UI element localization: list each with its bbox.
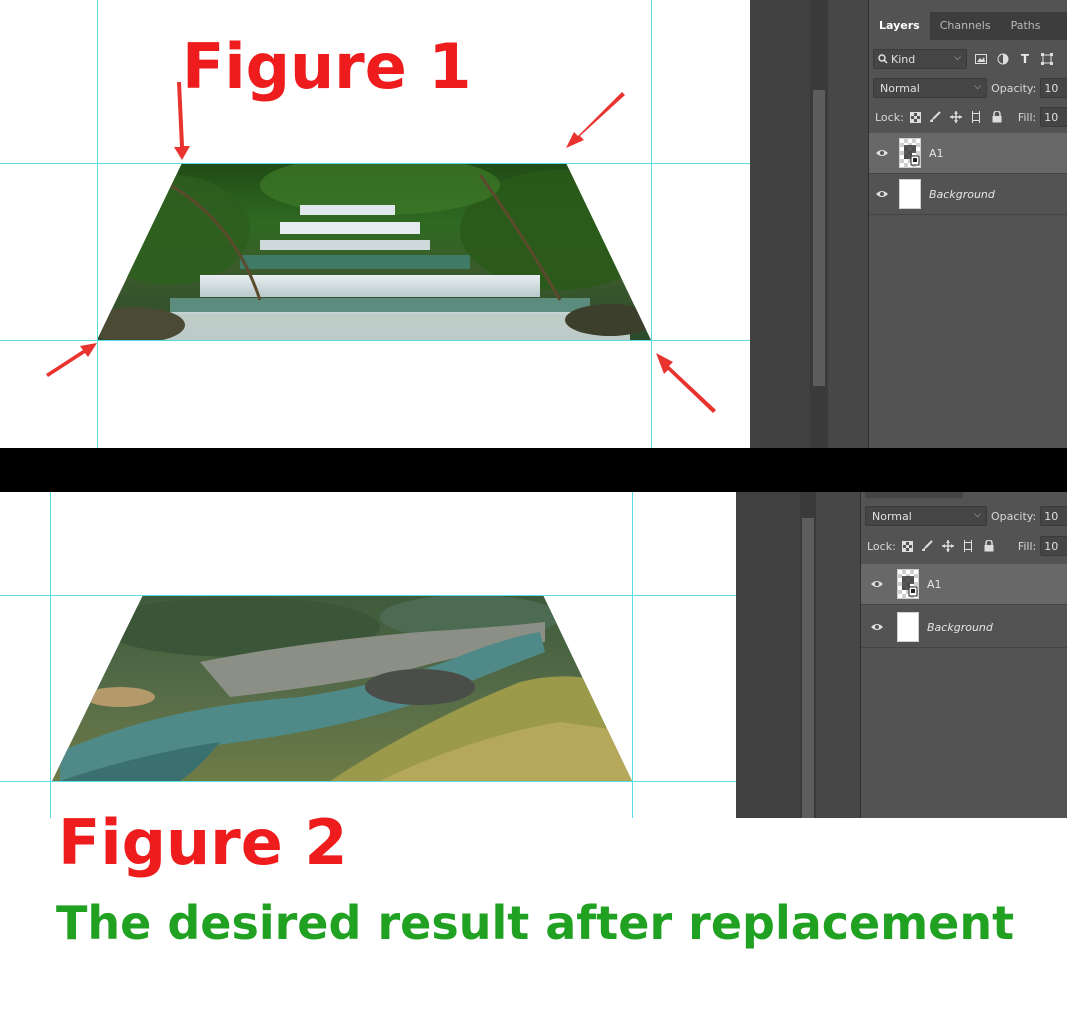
fill-input[interactable]: 10 bbox=[1040, 536, 1067, 556]
river-image bbox=[52, 595, 632, 781]
panel-top-strip bbox=[865, 492, 963, 498]
scrollbar-thumb[interactable] bbox=[802, 518, 814, 818]
lock-artboard-icon[interactable] bbox=[961, 538, 975, 554]
kind-label: Kind bbox=[891, 52, 916, 66]
figure1-canvas: Figure 1 bbox=[0, 0, 750, 448]
chevron-down-icon: ⌵ bbox=[974, 510, 981, 520]
filter-shape-icon[interactable] bbox=[1039, 51, 1055, 67]
blend-mode-value: Normal bbox=[880, 81, 920, 95]
lock-label: Lock: bbox=[875, 110, 904, 124]
layer-name: A1 bbox=[927, 577, 942, 591]
figure2-canvas bbox=[0, 492, 736, 818]
layer-row-a1[interactable]: A1 bbox=[861, 564, 1067, 605]
layer-thumbnail bbox=[897, 612, 919, 642]
search-icon bbox=[878, 54, 888, 64]
lock-transparent-icon[interactable] bbox=[900, 538, 914, 554]
figure1-title: Figure 1 bbox=[182, 30, 472, 103]
lock-row: Lock: Fill: 10 bbox=[861, 535, 1067, 557]
layer-row-a1[interactable]: A1 bbox=[869, 133, 1067, 174]
fill-input[interactable]: 10 bbox=[1040, 107, 1067, 127]
opacity-value: 10 bbox=[1044, 509, 1059, 523]
tab-channels[interactable]: Channels bbox=[930, 12, 1001, 40]
panel-divider bbox=[816, 492, 860, 818]
fill-label: Fill: bbox=[1017, 539, 1037, 553]
eye-icon[interactable] bbox=[869, 190, 895, 198]
kind-filter-select[interactable]: Kind ⌵ bbox=[873, 49, 967, 69]
lock-move-icon[interactable] bbox=[941, 538, 955, 554]
tab-paths[interactable]: Paths bbox=[1001, 12, 1051, 40]
lock-row: Lock: Fill: 10 bbox=[869, 106, 1067, 128]
scrollbar-thumb[interactable] bbox=[813, 90, 825, 386]
fill-label: Fill: bbox=[1017, 110, 1037, 124]
layers-panel-2: Normal ⌵ Opacity: 10 Lock: Fill: 10 A1 B… bbox=[860, 492, 1067, 818]
filter-pixel-icon[interactable] bbox=[973, 51, 989, 67]
fill-value: 10 bbox=[1044, 539, 1059, 553]
chevron-down-icon: ⌵ bbox=[954, 53, 961, 63]
figure-separator bbox=[0, 448, 1067, 492]
panel-divider bbox=[828, 0, 868, 448]
layer-name: Background bbox=[929, 187, 995, 201]
opacity-value: 10 bbox=[1044, 81, 1059, 95]
tab-layers[interactable]: Layers bbox=[869, 12, 930, 40]
blend-mode-value: Normal bbox=[872, 509, 912, 523]
lock-artboard-icon[interactable] bbox=[969, 109, 983, 125]
layer-thumbnail bbox=[899, 179, 921, 209]
figure1-workspace bbox=[750, 0, 810, 448]
opacity-input[interactable]: 10 bbox=[1040, 506, 1067, 526]
eye-icon[interactable] bbox=[861, 623, 893, 631]
blend-mode-select[interactable]: Normal ⌵ bbox=[873, 78, 988, 98]
figure1-scrollbar[interactable] bbox=[810, 0, 828, 448]
figure2-artwork bbox=[0, 492, 736, 818]
blend-mode-select[interactable]: Normal ⌵ bbox=[865, 506, 987, 526]
figure2-workspace bbox=[736, 492, 800, 818]
blend-row: Normal ⌵ Opacity: 10 bbox=[861, 505, 1067, 527]
layer-thumbnail bbox=[899, 138, 921, 168]
eye-icon[interactable] bbox=[869, 149, 895, 157]
lock-all-icon[interactable] bbox=[989, 109, 1003, 125]
layers-panel-1: Layers Channels Paths Kind ⌵ T Normal ⌵ … bbox=[868, 0, 1067, 448]
figure2-scrollbar[interactable] bbox=[800, 492, 816, 818]
layer-name: Background bbox=[927, 620, 993, 634]
arrow-top-right bbox=[566, 92, 625, 148]
fill-value: 10 bbox=[1044, 110, 1059, 124]
filter-row: Kind ⌵ T bbox=[869, 48, 1067, 70]
arrow-bottom-right bbox=[656, 353, 716, 413]
filter-adjustment-icon[interactable] bbox=[995, 51, 1011, 67]
opacity-label: Opacity: bbox=[990, 509, 1037, 523]
arrow-bottom-left bbox=[46, 343, 97, 377]
layer-thumbnail bbox=[897, 569, 919, 599]
lock-all-icon[interactable] bbox=[981, 538, 995, 554]
waterfall-image bbox=[97, 163, 651, 340]
panel-tabs: Layers Channels Paths bbox=[869, 12, 1067, 40]
layer-name: A1 bbox=[929, 146, 944, 160]
figure2-title: Figure 2 bbox=[58, 806, 348, 879]
layer-row-background[interactable]: Background bbox=[869, 174, 1067, 215]
opacity-label: Opacity: bbox=[991, 81, 1037, 95]
figure2-caption: The desired result after replacement bbox=[56, 896, 1015, 950]
lock-brush-icon[interactable] bbox=[928, 109, 942, 125]
blend-row: Normal ⌵ Opacity: 10 bbox=[869, 77, 1067, 99]
opacity-input[interactable]: 10 bbox=[1040, 78, 1067, 98]
eye-icon[interactable] bbox=[861, 580, 893, 588]
layer-row-background[interactable]: Background bbox=[861, 607, 1067, 648]
lock-label: Lock: bbox=[867, 539, 896, 553]
lock-transparent-icon[interactable] bbox=[908, 109, 922, 125]
lock-move-icon[interactable] bbox=[949, 109, 963, 125]
chevron-down-icon: ⌵ bbox=[974, 82, 982, 92]
filter-type-icon[interactable]: T bbox=[1017, 51, 1033, 67]
lock-brush-icon[interactable] bbox=[920, 538, 934, 554]
